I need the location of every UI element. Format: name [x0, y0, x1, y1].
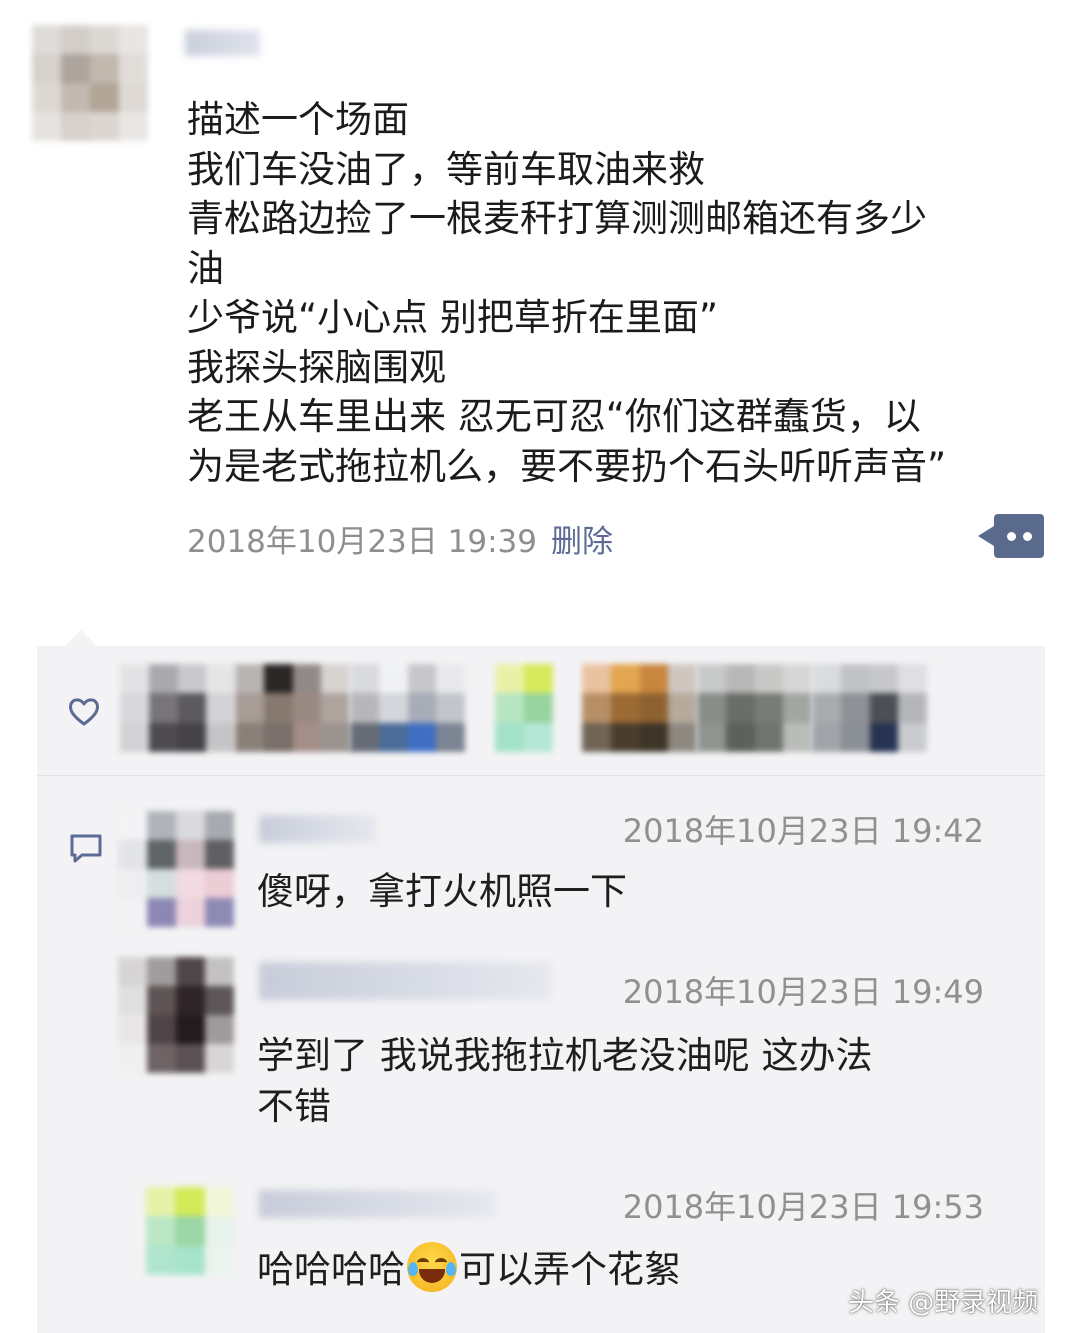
- commenter-name[interactable]: [259, 1190, 495, 1218]
- post-timestamp: 2018年10月23日 19:39: [187, 524, 537, 560]
- comment-timestamp: 2018年10月23日 19:53: [622, 1188, 984, 1226]
- poster-avatar[interactable]: [32, 25, 148, 141]
- comment-timestamp: 2018年10月23日 19:42: [622, 812, 984, 850]
- commenter-name[interactable]: [259, 815, 377, 843]
- post-line: 我探头探脑围观: [187, 345, 446, 389]
- post-line: 青松路边捡了一根麦秆打算测测邮箱还有多少: [187, 197, 927, 240]
- comment-timestamp: 2018年10月23日 19:49: [622, 973, 984, 1011]
- comment-line: 傻呀，拿打火机照一下: [257, 870, 627, 913]
- comment-text: 傻呀，拿打火机照一下: [257, 866, 1017, 917]
- liker-avatar[interactable]: [812, 664, 927, 752]
- speech-bubble-icon: [70, 834, 102, 863]
- post-line: 描述一个场面: [187, 98, 409, 141]
- heart-outline-icon: [69, 698, 99, 726]
- tears-of-joy-emoji: [407, 1242, 457, 1292]
- commenter-avatar[interactable]: [146, 1187, 234, 1275]
- liker-avatar[interactable]: [350, 664, 465, 752]
- watermark: 头条 @野录视频: [848, 1288, 1039, 1318]
- commenter-avatar[interactable]: [118, 957, 234, 1073]
- more-button[interactable]: [978, 514, 1044, 558]
- more-button-tip: [978, 526, 994, 546]
- comment-line: 不错: [257, 1085, 331, 1128]
- poster-name[interactable]: [185, 30, 260, 56]
- commenter-avatar[interactable]: [118, 811, 234, 927]
- comment-text-part: 哈哈哈哈: [257, 1248, 405, 1291]
- post-line: 老王从车里出来 忍无可忍“你们这群蠢货，以: [187, 395, 921, 438]
- comment-text: 学到了 我说我拖拉机老没油呢 这办法 不错: [257, 1030, 1017, 1132]
- post-line: 油: [187, 246, 224, 290]
- liker-avatar[interactable]: [235, 664, 350, 752]
- liker-avatar[interactable]: [495, 664, 553, 752]
- comment-panel-notch: [64, 630, 98, 647]
- delete-link[interactable]: 删除: [551, 524, 613, 560]
- comment-text-part: 可以弄个花絮: [459, 1248, 681, 1291]
- post-content: 描述一个场面 我们车没油了，等前车取油来救 青松路边捡了一根麦秆打算测测邮箱还有…: [187, 95, 1037, 491]
- liker-avatar[interactable]: [582, 664, 697, 752]
- liker-avatar[interactable]: [120, 664, 235, 752]
- post-line: 为是老式拖拉机么，要不要扔个石头听听声音”: [187, 444, 947, 488]
- liker-avatar[interactable]: [697, 664, 812, 752]
- post-meta: 2018年10月23日 19:39 删除: [187, 516, 613, 561]
- post-line: 我们车没油了，等前车取油来救: [187, 147, 705, 191]
- likes-divider: [37, 775, 1045, 776]
- post-line: 少爷说“小心点 别把草折在里面”: [187, 296, 719, 339]
- commenter-name[interactable]: [259, 962, 551, 1000]
- comment-line: 学到了 我说我拖拉机老没油呢 这办法: [257, 1034, 873, 1077]
- more-dots-icon: [994, 514, 1044, 558]
